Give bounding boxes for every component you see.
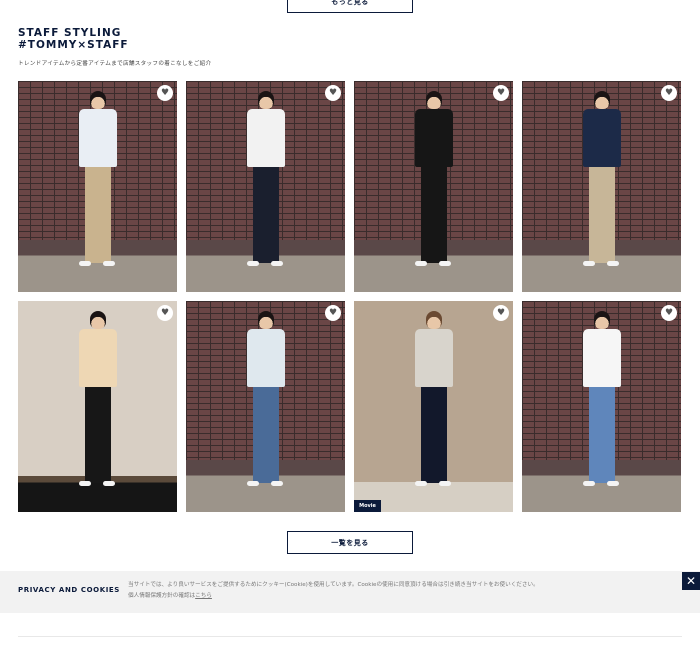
figure-shoe bbox=[438, 481, 451, 486]
section-title: STAFF STYLING #TOMMY×STAFF bbox=[18, 27, 129, 51]
figure-head bbox=[89, 311, 106, 329]
footer-divider bbox=[18, 636, 682, 637]
cookie-text: 当サイトでは、より良いサービスをご提供するためにクッキー(Cookie)を使用し… bbox=[128, 580, 539, 602]
more-button[interactable]: もっと見る bbox=[287, 0, 413, 13]
figure-legs bbox=[588, 165, 615, 263]
heart-icon[interactable]: ♥ bbox=[661, 305, 677, 321]
staff-figure bbox=[73, 311, 123, 501]
figure-shoe bbox=[78, 481, 91, 486]
heart-icon[interactable]: ♥ bbox=[661, 85, 677, 101]
heart-icon[interactable]: ♥ bbox=[493, 305, 509, 321]
styling-card[interactable]: ♥ bbox=[354, 81, 513, 292]
figure-legs bbox=[252, 165, 279, 263]
staff-figure bbox=[241, 91, 291, 281]
styling-card[interactable]: ♥ bbox=[18, 81, 177, 292]
figure-head bbox=[425, 311, 442, 329]
figure-top bbox=[78, 329, 117, 387]
staff-figure bbox=[577, 91, 627, 281]
figure-shoe bbox=[102, 261, 115, 266]
figure-shoe bbox=[270, 261, 283, 266]
heart-icon[interactable]: ♥ bbox=[157, 85, 173, 101]
figure-shoe bbox=[582, 261, 595, 266]
figure-legs bbox=[84, 385, 111, 483]
section-subtitle: トレンドアイテムから定番アイテムまで店舗スタッフの着こなしをご紹介 bbox=[18, 61, 212, 67]
staff-figure bbox=[577, 311, 627, 501]
figure-head bbox=[257, 91, 274, 109]
figure-shoe bbox=[246, 481, 259, 486]
styling-card[interactable]: ♥ bbox=[18, 301, 177, 512]
figure-shoe bbox=[606, 261, 619, 266]
figure-shoe bbox=[414, 481, 427, 486]
heart-icon[interactable]: ♥ bbox=[157, 305, 173, 321]
figure-top bbox=[414, 109, 453, 167]
section-title-line1: STAFF STYLING bbox=[18, 27, 122, 39]
figure-top bbox=[246, 109, 285, 167]
figure-top bbox=[246, 329, 285, 387]
section-title-line2: #TOMMY×STAFF bbox=[18, 39, 129, 51]
styling-card[interactable]: ♥ bbox=[186, 81, 345, 292]
cookie-text-line2: 個人情報保護方針の確認はこちら bbox=[128, 591, 539, 602]
close-icon[interactable]: ✕ bbox=[682, 572, 700, 590]
cookie-text-line1: 当サイトでは、より良いサービスをご提供するためにクッキー(Cookie)を使用し… bbox=[128, 582, 539, 588]
staff-figure bbox=[409, 91, 459, 281]
figure-top bbox=[582, 329, 621, 387]
figure-legs bbox=[252, 385, 279, 483]
staff-figure bbox=[241, 311, 291, 501]
view-list-button[interactable]: 一覧を見る bbox=[287, 531, 413, 554]
figure-legs bbox=[420, 385, 447, 483]
movie-badge: Movie bbox=[354, 500, 381, 512]
figure-top bbox=[414, 329, 453, 387]
heart-icon[interactable]: ♥ bbox=[325, 85, 341, 101]
figure-shoe bbox=[270, 481, 283, 486]
figure-shoe bbox=[78, 261, 91, 266]
figure-shoe bbox=[582, 481, 595, 486]
cookie-banner: PRIVACY AND COOKIES 当サイトでは、より良いサービスをご提供す… bbox=[0, 571, 700, 613]
figure-shoe bbox=[102, 481, 115, 486]
figure-head bbox=[593, 311, 610, 329]
figure-shoe bbox=[246, 261, 259, 266]
figure-top bbox=[78, 109, 117, 167]
styling-card[interactable]: ♥ bbox=[522, 81, 681, 292]
styling-card[interactable]: ♥ bbox=[522, 301, 681, 512]
heart-icon[interactable]: ♥ bbox=[493, 85, 509, 101]
figure-legs bbox=[84, 165, 111, 263]
privacy-policy-link[interactable]: こちら bbox=[195, 593, 212, 599]
figure-shoe bbox=[438, 261, 451, 266]
figure-head bbox=[257, 311, 274, 329]
figure-legs bbox=[420, 165, 447, 263]
heart-icon[interactable]: ♥ bbox=[325, 305, 341, 321]
figure-top bbox=[582, 109, 621, 167]
figure-legs bbox=[588, 385, 615, 483]
staff-figure bbox=[73, 91, 123, 281]
styling-card[interactable]: ♥ Movie bbox=[354, 301, 513, 512]
figure-head bbox=[593, 91, 610, 109]
styling-grid: ♥ ♥ ♥ ♥ ♥ ♥ ♥ Movie ♥ bbox=[18, 81, 681, 512]
cookie-text-prefix: 個人情報保護方針の確認は bbox=[128, 593, 196, 599]
cookie-title: PRIVACY AND COOKIES bbox=[18, 586, 120, 594]
figure-shoe bbox=[414, 261, 427, 266]
figure-head bbox=[89, 91, 106, 109]
figure-head bbox=[425, 91, 442, 109]
styling-card[interactable]: ♥ bbox=[186, 301, 345, 512]
figure-shoe bbox=[606, 481, 619, 486]
staff-figure bbox=[409, 311, 459, 501]
